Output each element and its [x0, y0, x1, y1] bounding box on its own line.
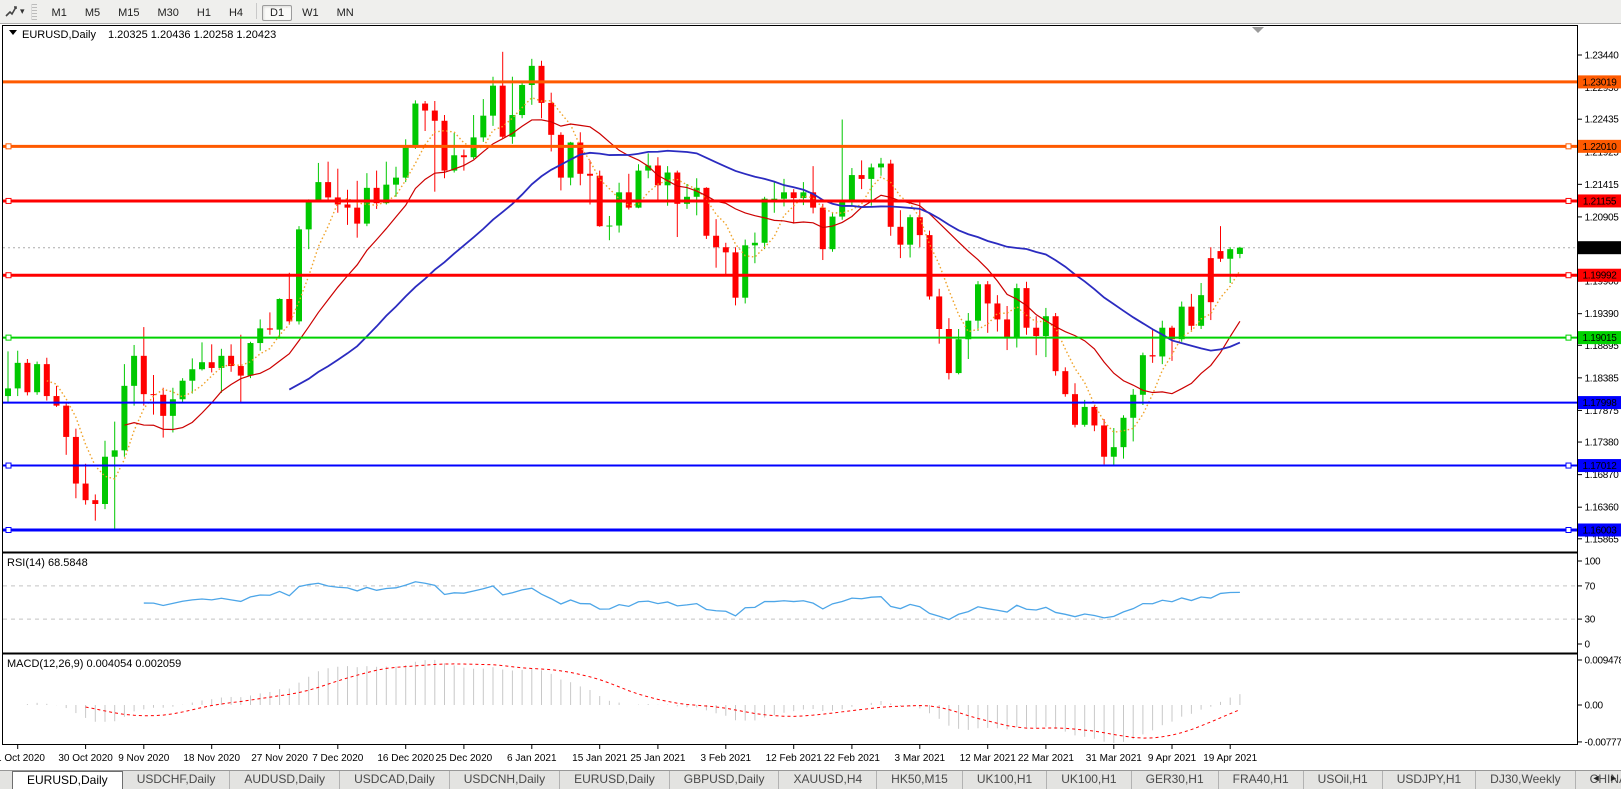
- ma-fast-line: [46, 96, 1241, 480]
- timeframe-button-h4[interactable]: H4: [221, 5, 251, 21]
- date-label: 3 Mar 2021: [895, 753, 946, 764]
- date-label: 27 Nov 2020: [251, 753, 308, 764]
- rsi-tick: 30: [1585, 615, 1596, 626]
- chart-tab-usdjpy-h1[interactable]: USDJPY,H1: [1383, 771, 1477, 789]
- rsi-tick: 70: [1585, 581, 1596, 592]
- chart-tab-dj30-weekly[interactable]: DJ30,Weekly: [1476, 771, 1576, 789]
- chart-tab-gbpusd-daily[interactable]: GBPUSD,Daily: [670, 771, 780, 789]
- price-tick: 1.19390: [1585, 309, 1620, 320]
- date-label: 21 Oct 2020: [0, 753, 45, 764]
- price-badge: 1.19015: [1582, 333, 1617, 344]
- chart-tab-usdcad-daily[interactable]: USDCAD,Daily: [340, 771, 450, 789]
- timeframe-button-mn[interactable]: MN: [329, 5, 362, 21]
- chart-title: EURUSD,Daily 1.20325 1.20436 1.20258 1.20…: [22, 29, 276, 41]
- rsi-tick: 0: [1585, 640, 1591, 651]
- date-label: 19 Apr 2021: [1203, 753, 1257, 764]
- price-tick: 1.17380: [1585, 438, 1620, 449]
- candlesticks: [5, 51, 1243, 529]
- date-label: 25 Dec 2020: [436, 753, 493, 764]
- price-tick: 1.21415: [1585, 180, 1620, 191]
- date-axis[interactable]: 21 Oct 2020 30 Oct 2020 9 Nov 2020 18 Nov 2…: [0, 745, 1258, 764]
- date-label: 6 Jan 2021: [507, 753, 557, 764]
- toolbar-drag-handle[interactable]: [30, 3, 37, 20]
- price-badge: 1.23019: [1582, 77, 1617, 88]
- date-label: 25 Jan 2021: [630, 753, 685, 764]
- chart-tab-fra40-h1[interactable]: FRA40,H1: [1219, 771, 1304, 789]
- date-label: 31 Mar 2021: [1086, 753, 1143, 764]
- chart-tab-hk50-m15[interactable]: HK50,M15: [877, 771, 963, 789]
- chart-tab-eurusd-daily[interactable]: EURUSD,Daily: [12, 771, 123, 789]
- moving-averages: [46, 96, 1241, 480]
- date-label: 16 Dec 2020: [377, 753, 434, 764]
- date-label: 12 Feb 2021: [766, 753, 823, 764]
- macd-signal-line: [85, 663, 1241, 739]
- chart-shift-marker[interactable]: [1252, 27, 1264, 33]
- price-tick: 1.16360: [1585, 503, 1620, 514]
- chart-ohlc-values: 1.20325 1.20436 1.20258 1.20423: [108, 29, 276, 41]
- price-tick: 1.20905: [1585, 212, 1620, 223]
- chart-tab-eurusd-daily[interactable]: EURUSD,Daily: [560, 771, 670, 789]
- tab-scroll-arrows: ◄ ►: [1586, 773, 1618, 783]
- price-badge: 1.21155: [1583, 196, 1617, 207]
- price-badge: 1.17012: [1582, 461, 1617, 472]
- timeframe-button-d1[interactable]: D1: [262, 4, 293, 21]
- chart-tab-audusd-daily[interactable]: AUDUSD,Daily: [230, 771, 341, 789]
- macd-panel: [26, 659, 1241, 744]
- tab-scroll-left-icon[interactable]: ◄: [1592, 773, 1601, 783]
- date-label: 9 Apr 2021: [1148, 753, 1197, 764]
- price-badge: 1.22010: [1582, 142, 1617, 153]
- chart-tab-ger30-h1[interactable]: GER30,H1: [1132, 771, 1219, 789]
- timeframe-buttons: M1 M5 M15 M30 H1 H4 D1 W1 MN: [43, 3, 363, 21]
- timeframe-button-h1[interactable]: H1: [189, 5, 219, 21]
- timeframe-button-m5[interactable]: M5: [77, 5, 108, 21]
- timeframe-button-w1[interactable]: W1: [294, 5, 327, 21]
- price-badge: 1.17998: [1582, 398, 1617, 409]
- chart-tab-uk100-h1[interactable]: UK100,H1: [1047, 771, 1132, 789]
- price-scale[interactable]: 1.234401.229301.224351.219251.214151.209…: [1577, 51, 1621, 749]
- macd-tick: 0.00: [1585, 701, 1604, 712]
- date-label: 18 Nov 2020: [183, 753, 240, 764]
- timeframe-button-m1[interactable]: M1: [44, 5, 75, 21]
- price-tick: 1.18385: [1585, 373, 1620, 384]
- rsi-line: [143, 581, 1240, 621]
- macd-tick: 0.009478: [1585, 655, 1621, 666]
- tab-scroll-right-icon[interactable]: ►: [1609, 773, 1618, 783]
- chart-tab-bar: EURUSD,Daily USDCHF,Daily AUDUSD,Daily USDC…: [0, 770, 1621, 789]
- rsi-label: RSI(14) 68.5848: [7, 557, 88, 569]
- macd-label: MACD(12,26,9) 0.004054 0.002059: [7, 658, 181, 670]
- chart-tab-usdchf-daily[interactable]: USDCHF,Daily: [123, 771, 231, 789]
- date-label: 30 Oct 2020: [58, 753, 113, 764]
- chart-tab-uk100-h1[interactable]: UK100,H1: [963, 771, 1048, 789]
- date-label: 12 Mar 2021: [960, 753, 1017, 764]
- pointer-tool-icon[interactable]: [3, 4, 19, 20]
- timeframe-button-m30[interactable]: M30: [150, 5, 187, 21]
- date-label: 15 Jan 2021: [572, 753, 627, 764]
- chart-frame: [2, 25, 1578, 745]
- date-label: 7 Dec 2020: [312, 753, 364, 764]
- rsi-tick: 100: [1585, 557, 1602, 568]
- date-label: 22 Mar 2021: [1018, 753, 1075, 764]
- price-badge: 1.16003: [1582, 525, 1617, 536]
- price-badge: 1.19992: [1582, 271, 1617, 282]
- price-tick: 1.22435: [1585, 115, 1620, 126]
- chart-canvas[interactable]: 1.234401.229301.224351.219251.214151.209…: [0, 25, 1621, 770]
- window-menu-icon[interactable]: [9, 30, 17, 35]
- price-badge: 1.20423: [1582, 243, 1617, 254]
- chart-objects: 1.234401.229301.224351.219251.214151.209…: [0, 51, 1621, 764]
- date-label: 9 Nov 2020: [118, 753, 170, 764]
- chart-tab-xauusd-h4[interactable]: XAUUSD,H4: [779, 771, 878, 789]
- macd-tick: -0.007778: [1585, 737, 1621, 748]
- tool-dropdown-arrow-icon[interactable]: ▾: [20, 6, 25, 17]
- price-tick: 1.23440: [1585, 51, 1620, 62]
- toolbar-separator: [256, 3, 258, 20]
- chart-tab-usdcnh-daily[interactable]: USDCNH,Daily: [450, 771, 561, 789]
- rsi-panel: [3, 581, 1577, 621]
- timeframe-toolbar: ▾ M1 M5 M15 M30 H1 H4 D1 W1 MN: [0, 0, 1621, 24]
- chart-tabs: EURUSD,Daily USDCHF,Daily AUDUSD,Daily USDC…: [12, 771, 1621, 789]
- date-label: 22 Feb 2021: [824, 753, 881, 764]
- horizontal-lines[interactable]: [3, 80, 1577, 533]
- date-label: 3 Feb 2021: [700, 753, 751, 764]
- chart-tab-usoil-h1[interactable]: USOil,H1: [1304, 771, 1383, 789]
- timeframe-button-m15[interactable]: M15: [110, 5, 147, 21]
